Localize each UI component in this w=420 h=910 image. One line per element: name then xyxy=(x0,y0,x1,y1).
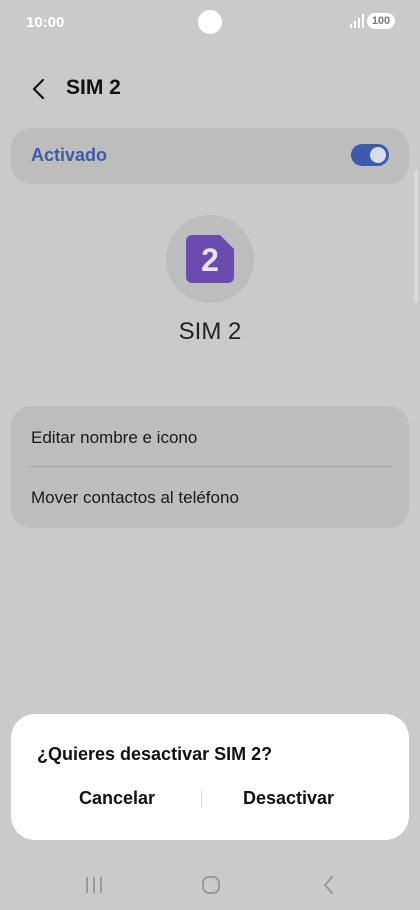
signal-icon xyxy=(350,14,364,28)
toggle-label: Activado xyxy=(31,145,108,165)
edit-name-icon-item[interactable]: Editar nombre e icono xyxy=(31,428,197,448)
move-contacts-item[interactable]: Mover contactos al teléfono xyxy=(31,488,239,508)
status-bar: 10:00 100 xyxy=(0,0,420,46)
cancel-button[interactable]: Cancelar xyxy=(79,788,155,809)
back-arrow-icon[interactable] xyxy=(26,76,52,102)
nav-back-icon[interactable] xyxy=(320,875,338,895)
activation-switch[interactable] xyxy=(351,144,389,166)
home-icon[interactable] xyxy=(201,875,221,895)
deactivate-dialog: ¿Quieres desactivar SIM 2? Cancelar Desa… xyxy=(11,714,409,840)
battery-indicator: 100 xyxy=(367,13,395,29)
button-divider xyxy=(201,790,202,808)
sim-name: SIM 2 xyxy=(178,318,242,345)
options-list: Editar nombre e icono Mover contactos al… xyxy=(11,406,409,528)
deactivate-button[interactable]: Desactivar xyxy=(243,788,334,809)
navigation-bar xyxy=(0,864,420,910)
recents-icon[interactable] xyxy=(84,876,104,894)
scrollbar[interactable] xyxy=(414,170,418,302)
status-time: 10:00 xyxy=(26,14,65,31)
sim-icon-container: 2 xyxy=(166,215,254,303)
app-header: SIM 2 xyxy=(0,66,420,112)
sim-badge-number: 2 xyxy=(201,242,219,278)
activation-toggle-row[interactable]: Activado xyxy=(11,128,409,184)
list-divider xyxy=(28,466,392,467)
dialog-title: ¿Quieres desactivar SIM 2? xyxy=(37,744,273,764)
switch-knob xyxy=(370,147,386,163)
camera-cutout xyxy=(198,10,222,34)
sim-card-icon: 2 xyxy=(186,235,234,283)
page-title: SIM 2 xyxy=(66,76,121,99)
